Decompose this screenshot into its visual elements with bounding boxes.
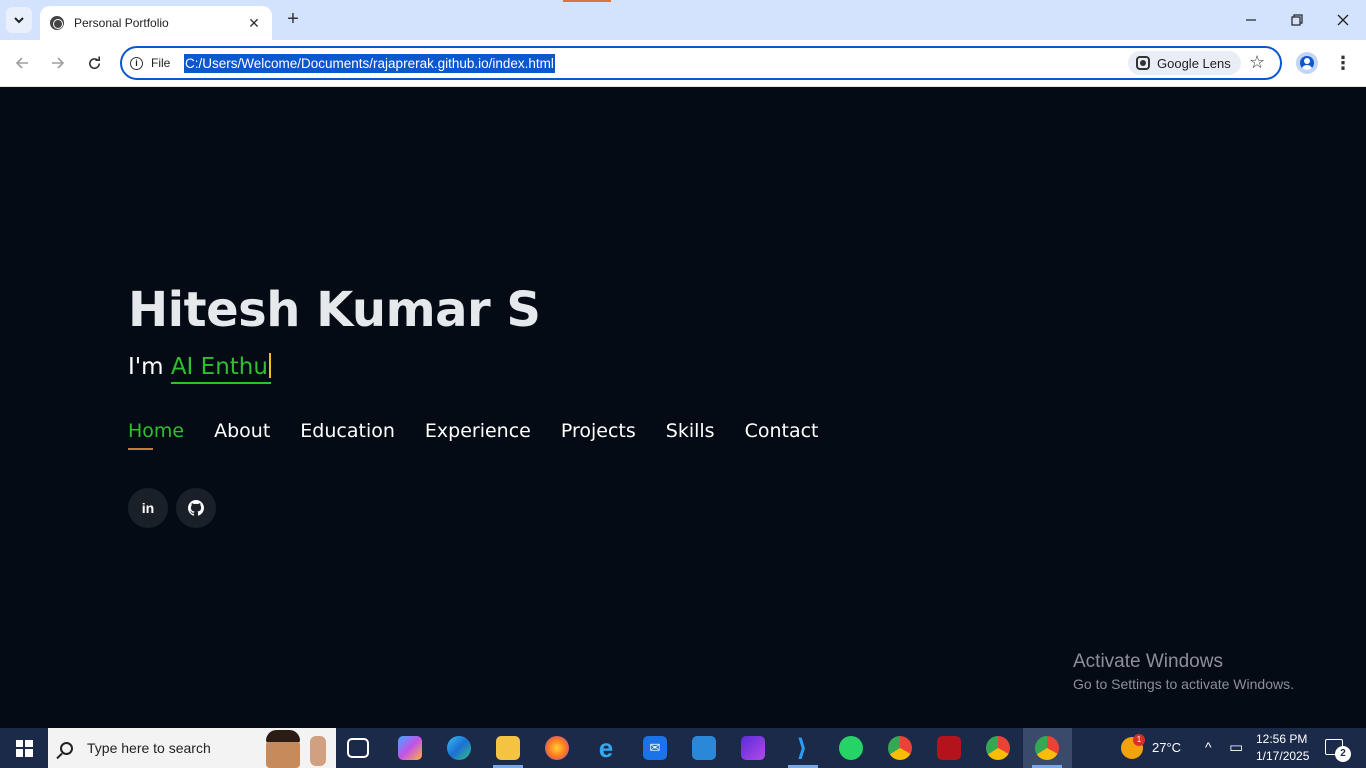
mail-icon[interactable]: ✉ [643, 736, 667, 760]
minimize-icon [1246, 19, 1256, 21]
nav-skills[interactable]: Skills [666, 420, 715, 450]
intro-prefix: I'm [128, 354, 171, 380]
network-icon[interactable]: ▭ [1229, 738, 1243, 756]
close-tab-icon[interactable]: ✕ [246, 15, 262, 32]
linkedin-link[interactable]: in [128, 488, 168, 528]
chrome-active-icon[interactable] [1035, 736, 1059, 760]
url-scheme-label: File [151, 56, 171, 70]
search-icon [60, 741, 73, 755]
profile-button[interactable] [1296, 52, 1318, 74]
globe-icon [50, 16, 64, 30]
browser-menu-button[interactable]: ⋮ [1334, 52, 1352, 74]
chevron-down-icon [14, 17, 24, 24]
google-lens-button[interactable]: Google Lens [1128, 51, 1241, 75]
start-button[interactable] [0, 728, 48, 768]
reload-icon [88, 55, 100, 69]
chrome-icon[interactable] [888, 736, 912, 760]
nav-home[interactable]: Home [128, 420, 184, 450]
show-hidden-icons-chevron[interactable]: ^ [1205, 739, 1212, 755]
windows-logo-icon [15, 739, 33, 757]
new-tab-button[interactable]: + [282, 8, 304, 30]
nav-education[interactable]: Education [300, 420, 395, 450]
search-highlight-illustration [262, 728, 334, 768]
store-icon[interactable] [692, 736, 716, 760]
weather-temperature[interactable]: 27°C [1152, 740, 1181, 755]
nav-experience[interactable]: Experience [425, 420, 531, 450]
chrome-profile-icon[interactable] [986, 736, 1010, 760]
whatsapp-icon[interactable] [839, 736, 863, 760]
avatar-icon [1300, 56, 1314, 70]
google-lens-label: Google Lens [1157, 55, 1231, 71]
windows-taskbar: Type here to search e ✉ ⟩ 1 27°C ^ ▭ 12:… [0, 728, 1366, 768]
bookmark-star-icon[interactable]: ☆ [1249, 52, 1265, 73]
back-button[interactable] [9, 50, 35, 76]
browser-toolbar: i File C:/Users/Welcome/Documents/rajapr… [0, 40, 1366, 87]
restore-button[interactable] [1274, 8, 1320, 32]
minimize-button[interactable] [1228, 8, 1274, 32]
typing-caret [268, 353, 271, 378]
url-text[interactable]: C:/Users/Welcome/Documents/rajaprerak.gi… [184, 54, 555, 73]
taskbar-search-placeholder: Type here to search [87, 740, 211, 756]
browser-tab[interactable]: Personal Portfolio ✕ [40, 6, 272, 40]
activation-watermark-title: Activate Windows [1073, 651, 1223, 672]
typed-text: AI Enthu [170, 353, 271, 384]
main-nav: Home About Education Experience Projects… [128, 420, 849, 450]
arrow-left-icon [15, 57, 28, 69]
reload-button[interactable] [81, 50, 107, 76]
hero-intro: I'm AI Enthu [128, 353, 271, 384]
task-view-icon[interactable] [347, 738, 369, 758]
nav-projects[interactable]: Projects [561, 420, 636, 450]
arrow-right-icon [52, 57, 65, 69]
typed-text-value: AI Enthu [170, 354, 268, 380]
info-icon: i [130, 56, 143, 70]
hero-name: Hitesh Kumar S [128, 282, 541, 338]
github-icon [188, 500, 204, 516]
clock-date[interactable]: 1/17/2025 [1256, 749, 1309, 763]
lens-icon [1136, 56, 1150, 70]
close-icon [1337, 14, 1349, 26]
github-link[interactable] [176, 488, 216, 528]
weather-alert-badge: 1 [1133, 734, 1145, 746]
vscode-icon[interactable]: ⟩ [790, 735, 814, 762]
portfolio-page: Hitesh Kumar S I'm AI Enthu Home About E… [0, 87, 1366, 728]
linkedin-icon: in [141, 500, 155, 516]
forward-button[interactable] [45, 50, 71, 76]
file-explorer-icon[interactable] [496, 736, 520, 760]
address-bar[interactable]: i File C:/Users/Welcome/Documents/rajapr… [120, 46, 1282, 80]
firefox-icon[interactable] [545, 736, 569, 760]
nav-about[interactable]: About [214, 420, 270, 450]
edge-icon[interactable] [447, 736, 471, 760]
tab-title: Personal Portfolio [74, 16, 169, 30]
notification-count-badge: 2 [1335, 746, 1351, 762]
internet-explorer-icon[interactable]: e [594, 733, 618, 763]
site-info-chip[interactable]: i File [130, 54, 170, 72]
activation-watermark-subtitle: Go to Settings to activate Windows. [1073, 676, 1294, 692]
close-window-button[interactable] [1320, 8, 1366, 32]
visual-studio-icon[interactable] [741, 736, 765, 760]
copilot-icon[interactable] [398, 736, 422, 760]
tab-search-button[interactable] [6, 7, 32, 33]
tab-strip-accent [563, 0, 611, 2]
nav-contact[interactable]: Contact [745, 420, 819, 450]
browser-tab-bar: Personal Portfolio ✕ + [0, 0, 1366, 40]
clock-time[interactable]: 12:56 PM [1256, 732, 1307, 746]
restore-icon [1291, 14, 1303, 26]
vpn-app-icon[interactable] [937, 736, 961, 760]
